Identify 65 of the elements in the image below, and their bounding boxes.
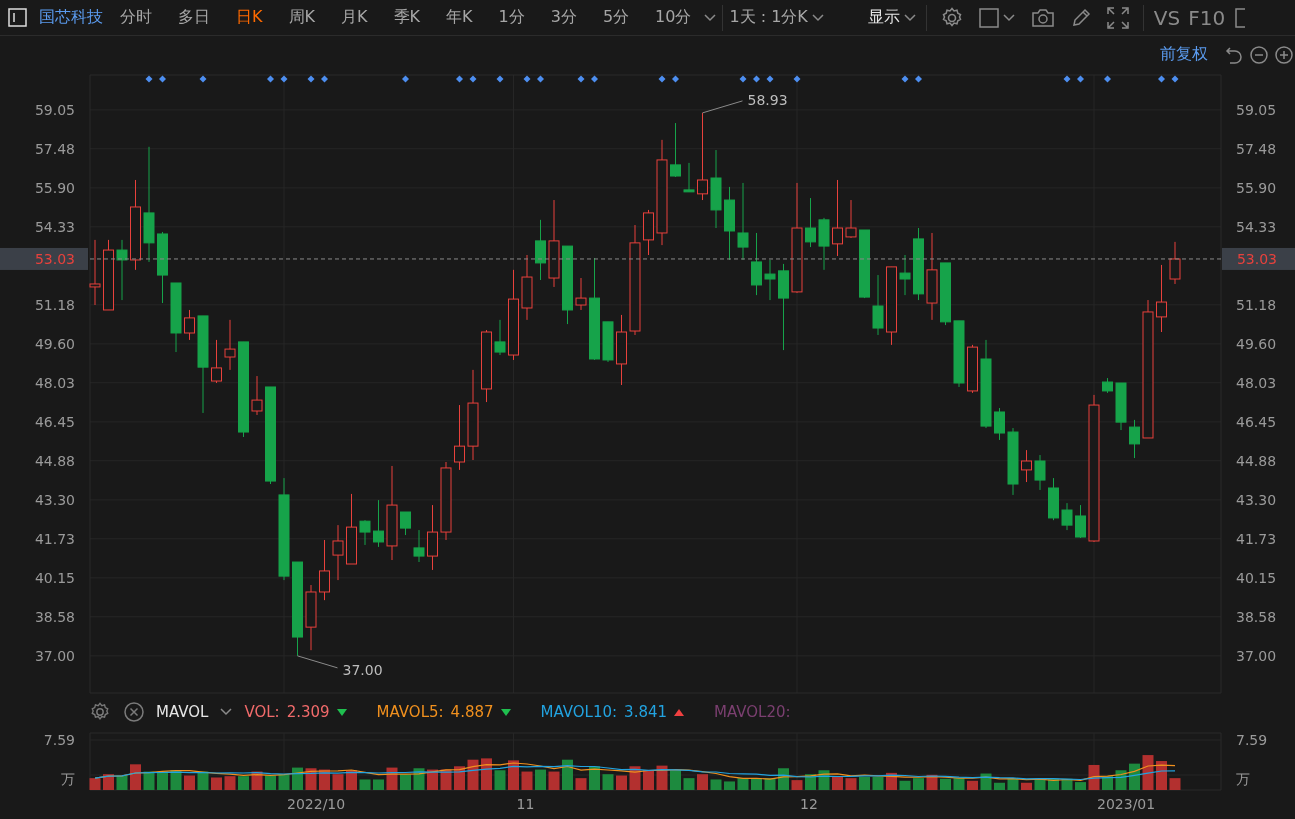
y-axis-label: 49.60: [1236, 335, 1277, 352]
y-axis-label: 40.15: [1236, 569, 1277, 586]
indicator-value: 3.841: [624, 703, 668, 721]
period-tab[interactable]: 5分: [589, 7, 643, 28]
period-tab[interactable]: 3分: [537, 7, 590, 28]
period-tab[interactable]: 年K: [433, 7, 486, 28]
y-axis-label: 38.58: [1236, 608, 1277, 625]
indicator-value: 4.887: [450, 703, 494, 721]
unit-label: 万: [61, 771, 75, 787]
indicator-name: MAVOL20:: [714, 703, 791, 721]
high-price-label: 58.93: [747, 91, 788, 108]
y-axis-label: 51.18: [1236, 296, 1277, 313]
y-axis-label: 44.88: [1236, 452, 1277, 469]
x-axis-label: 2023/01: [1097, 796, 1156, 812]
stock-name[interactable]: 国芯科技: [39, 7, 103, 28]
y-axis-label: 48.03: [1236, 374, 1277, 391]
price-adjustment-button[interactable]: 前复权: [1160, 44, 1208, 65]
period-tab[interactable]: 周K: [275, 7, 328, 28]
current-price-label: 53.03: [1222, 247, 1295, 270]
y-axis-label: 55.90: [34, 179, 75, 196]
y-axis-label: 59.05: [1236, 101, 1277, 118]
y-axis-label: 51.18: [34, 296, 75, 313]
y-axis-label: 43.30: [1236, 491, 1277, 508]
indicator-name: MAVOL5:: [376, 703, 444, 721]
period-tab[interactable]: 日K: [223, 7, 276, 28]
y-axis-label: 54.33: [34, 218, 75, 235]
indicator-select[interactable]: MAVOL: [156, 703, 209, 721]
period-tab[interactable]: 月K: [328, 7, 381, 28]
interval-select[interactable]: 1天 : 1分K: [729, 7, 808, 28]
y-axis-label: 48.03: [34, 374, 75, 391]
indicator-value: 2.309: [286, 703, 330, 721]
y-axis-label: 59.05: [34, 101, 75, 118]
x-axis-label: 12: [800, 796, 818, 812]
y-axis-label: 40.15: [34, 569, 75, 586]
indicator-name: VOL:: [244, 703, 280, 721]
y-axis-label: 57.48: [1236, 140, 1277, 157]
y-axis-label: 37.00: [34, 647, 75, 664]
y-axis-label: 44.88: [34, 452, 75, 469]
toolbar-text-button[interactable]: F10: [1188, 5, 1226, 30]
x-axis-label: 11: [516, 796, 535, 812]
toolbar-text-button[interactable]: VS: [1153, 5, 1181, 30]
y-axis-label: 46.45: [1236, 413, 1277, 430]
current-price-label: 53.03: [0, 247, 88, 270]
indicator-name: MAVOL10:: [540, 703, 618, 721]
y-axis-label: 49.60: [34, 335, 75, 352]
display-menu[interactable]: 显示: [867, 7, 900, 28]
y-axis-label: 55.90: [1236, 179, 1277, 196]
y-axis-label: 7.59: [43, 732, 75, 748]
y-axis-label: 57.48: [34, 140, 75, 157]
period-tab[interactable]: 分时: [107, 7, 165, 28]
period-tab[interactable]: 季K: [380, 7, 433, 28]
period-tab[interactable]: 多日: [165, 7, 223, 28]
y-axis-label: 46.45: [34, 413, 75, 430]
y-axis-label: 41.73: [1236, 530, 1277, 547]
period-tab[interactable]: 1分: [485, 7, 538, 28]
y-axis-label: 38.58: [34, 608, 75, 625]
low-price-label: 37.00: [342, 661, 383, 678]
period-tab[interactable]: 10分: [642, 7, 705, 28]
unit-label: 万: [1236, 771, 1250, 787]
y-axis-label: 37.00: [1236, 647, 1277, 664]
y-axis-label: 54.33: [1236, 218, 1277, 235]
y-axis-label: 41.73: [34, 530, 75, 547]
y-axis-label: 43.30: [34, 491, 75, 508]
y-axis-label: 7.59: [1236, 732, 1268, 748]
x-axis-label: 2022/10: [287, 796, 346, 812]
